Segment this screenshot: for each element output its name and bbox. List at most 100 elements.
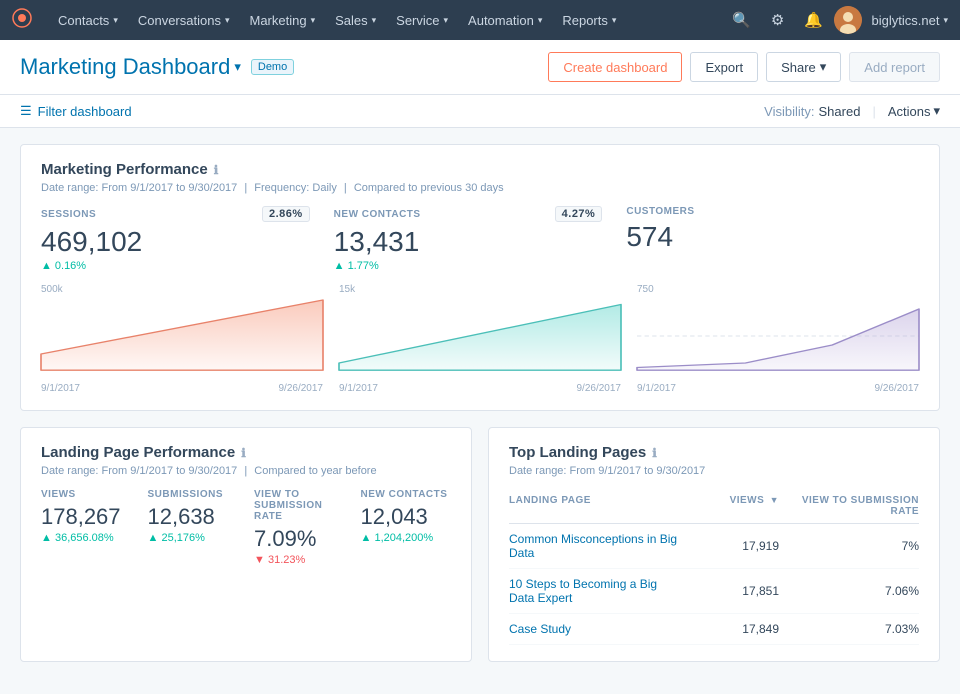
lp-views-metric: VIEWS 178,267 ▲ 36,656.08%	[41, 489, 132, 566]
table-row: Common Misconceptions in Big Data 17,919…	[509, 524, 919, 569]
bell-icon[interactable]: 🔔	[798, 4, 830, 36]
chevron-down-icon: ▾	[311, 15, 316, 26]
landing-page-card: Landing Page Performance ℹ Date range: F…	[20, 427, 472, 662]
main-content: Marketing Performance ℹ Date range: From…	[0, 128, 960, 694]
customers-y-label: 750	[637, 284, 654, 295]
nav-sales[interactable]: Sales ▾	[325, 0, 386, 40]
chart-start-customers: 9/1/2017	[637, 383, 676, 394]
visibility-label: Visibility:	[764, 104, 814, 119]
actions-button[interactable]: Actions ▾	[888, 103, 940, 119]
card-title-marketing: Marketing Performance ℹ	[41, 161, 919, 178]
info-icon-tlp[interactable]: ℹ	[652, 446, 657, 460]
lp-rate-change: ▼ 31.23%	[254, 554, 345, 566]
visibility-value: Shared	[819, 104, 861, 119]
arrow-up-icon: ▲	[148, 532, 159, 544]
chart-end-sessions: 9/26/2017	[279, 383, 324, 394]
table-row: Case Study 17,849 7.03%	[509, 614, 919, 645]
chart-end-customers: 9/26/2017	[875, 383, 920, 394]
page-title: Marketing Dashboard	[20, 54, 230, 80]
demo-badge: Demo	[251, 59, 294, 75]
views-col-header[interactable]: VIEWS ▼	[679, 495, 779, 517]
top-landing-pages-card: Top Landing Pages ℹ Date range: From 9/1…	[488, 427, 940, 662]
chevron-down-icon: ▾	[444, 15, 449, 26]
card-title-landing: Landing Page Performance ℹ	[41, 444, 451, 461]
views-1: 17,919	[679, 539, 779, 553]
chevron-down-icon: ▾	[372, 15, 377, 26]
contacts-change: ▲ 1.77%	[334, 260, 603, 272]
table-header: LANDING PAGE VIEWS ▼ VIEW TO SUBMISSION …	[509, 489, 919, 524]
lp-metrics: VIEWS 178,267 ▲ 36,656.08% SUBMISSIONS 1…	[41, 489, 451, 566]
date-range-lp: Date range: From 9/1/2017 to 9/30/2017 |…	[41, 465, 451, 477]
arrow-up-icon: ▲	[361, 532, 372, 544]
nav-marketing[interactable]: Marketing ▾	[239, 0, 325, 40]
hubspot-logo	[12, 8, 32, 33]
metrics-row: SESSIONS 2.86% 469,102 ▲ 0.16% NEW CONTA…	[41, 206, 919, 272]
table-row: 10 Steps to Becoming a Big Data Expert 1…	[509, 569, 919, 614]
arrow-up-icon: ▲	[41, 532, 52, 544]
page-link-1[interactable]: Common Misconceptions in Big Data	[509, 532, 679, 560]
sessions-badge: 2.86%	[262, 206, 310, 222]
separator: |	[872, 104, 875, 119]
customers-chart: 750 9/1/2017 9/26/2017	[637, 284, 919, 394]
views-3: 17,849	[679, 622, 779, 636]
gear-icon[interactable]: ⚙	[762, 4, 794, 36]
rate-col-header: VIEW TO SUBMISSION RATE	[779, 495, 919, 517]
chevron-down-icon: ▾	[933, 103, 940, 119]
sessions-metric: SESSIONS 2.86% 469,102 ▲ 0.16%	[41, 206, 334, 272]
rate-1: 7%	[779, 539, 919, 553]
filter-bar: ☰ Filter dashboard Visibility: Shared | …	[0, 95, 960, 128]
page-header: Marketing Dashboard ▾ Demo Create dashbo…	[0, 40, 960, 95]
avatar[interactable]	[834, 6, 862, 34]
top-nav: Contacts ▾ Conversations ▾ Marketing ▾ S…	[0, 0, 960, 40]
create-dashboard-button[interactable]: Create dashboard	[548, 52, 682, 82]
visibility-section: Visibility: Shared | Actions ▾	[764, 103, 940, 119]
filter-icon: ☰	[20, 103, 32, 119]
marketing-performance-card: Marketing Performance ℹ Date range: From…	[20, 144, 940, 411]
arrow-up-icon: ▲	[334, 260, 345, 272]
account-chevron-icon: ▾	[943, 15, 948, 26]
contacts-badge: 4.27%	[555, 206, 603, 222]
lp-new-contacts-change: ▲ 1,204,200%	[361, 532, 452, 544]
chevron-down-icon: ▾	[612, 15, 617, 26]
sort-icon: ▼	[770, 495, 779, 505]
chart-start-sessions: 9/1/2017	[41, 383, 80, 394]
chevron-down-icon: ▾	[820, 59, 827, 75]
add-report-button: Add report	[849, 52, 940, 82]
chevron-down-icon: ▾	[225, 15, 230, 26]
share-button[interactable]: Share ▾	[766, 52, 841, 82]
search-icon[interactable]: 🔍	[726, 4, 758, 36]
chart-start-contacts: 9/1/2017	[339, 383, 378, 394]
new-contacts-value: 13,431	[334, 226, 603, 258]
lp-submissions-metric: SUBMISSIONS 12,638 ▲ 25,176%	[148, 489, 239, 566]
filter-dashboard-link[interactable]: Filter dashboard	[38, 104, 132, 119]
nav-conversations[interactable]: Conversations ▾	[128, 0, 240, 40]
page-link-2[interactable]: 10 Steps to Becoming a Big Data Expert	[509, 577, 679, 605]
nav-service[interactable]: Service ▾	[386, 0, 458, 40]
rate-2: 7.06%	[779, 584, 919, 598]
chart-end-contacts: 9/26/2017	[577, 383, 622, 394]
rate-3: 7.03%	[779, 622, 919, 636]
title-dropdown-icon[interactable]: ▾	[234, 59, 241, 75]
date-range-marketing: Date range: From 9/1/2017 to 9/30/2017 |…	[41, 182, 919, 194]
info-icon-lp[interactable]: ℹ	[241, 446, 246, 460]
card-title-top-pages: Top Landing Pages ℹ	[509, 444, 919, 461]
lp-new-contacts-metric: NEW CONTACTS 12,043 ▲ 1,204,200%	[361, 489, 452, 566]
customers-value: 574	[626, 221, 895, 253]
nav-reports[interactable]: Reports ▾	[552, 0, 626, 40]
page-link-3[interactable]: Case Study	[509, 622, 679, 636]
export-button[interactable]: Export	[690, 52, 758, 82]
date-range-tlp: Date range: From 9/1/2017 to 9/30/2017	[509, 465, 919, 477]
sessions-y-label: 500k	[41, 284, 63, 295]
lp-views-change: ▲ 36,656.08%	[41, 532, 132, 544]
sessions-value: 469,102	[41, 226, 310, 258]
chevron-down-icon: ▾	[538, 15, 543, 26]
account-name[interactable]: biglytics.net	[872, 13, 940, 28]
customers-metric: CUSTOMERS 574	[626, 206, 919, 272]
sessions-chart: 500k 9/1/2017 9/26/2017	[41, 284, 323, 394]
nav-contacts[interactable]: Contacts ▾	[48, 0, 128, 40]
lp-rate-metric: VIEW TO SUBMISSION RATE 7.09% ▼ 31.23%	[254, 489, 345, 566]
lp-submissions-change: ▲ 25,176%	[148, 532, 239, 544]
nav-automation[interactable]: Automation ▾	[458, 0, 552, 40]
chevron-down-icon: ▾	[113, 15, 118, 26]
info-icon[interactable]: ℹ	[214, 163, 219, 177]
